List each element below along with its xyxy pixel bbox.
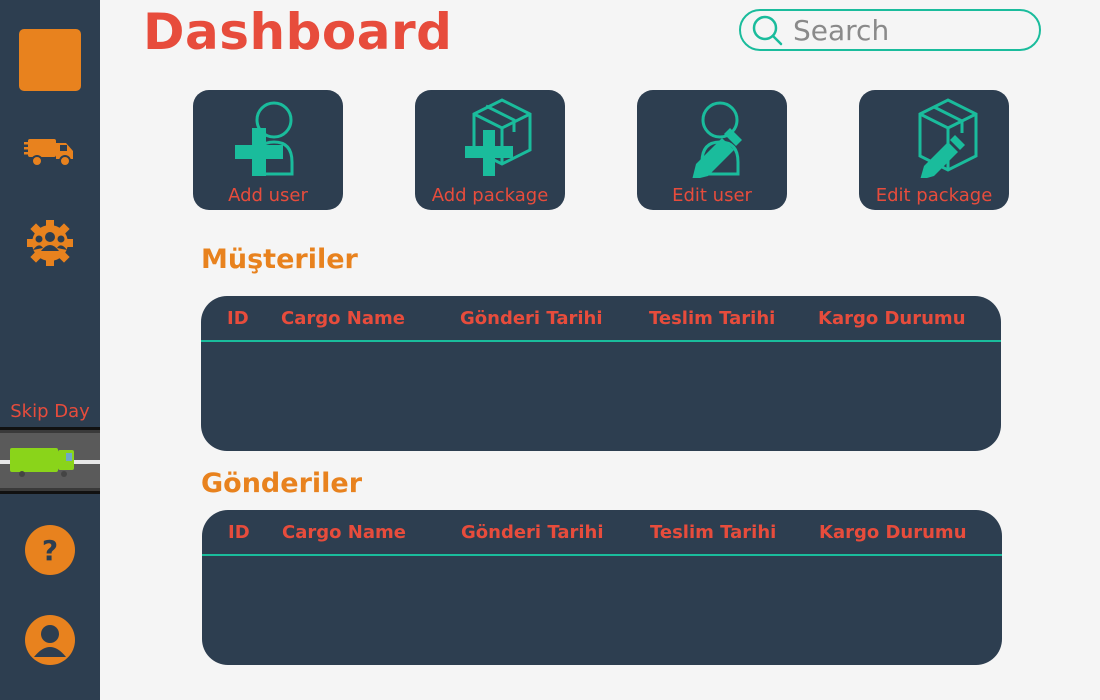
edit-package-icon [918,98,978,178]
table-header-row: ID Cargo Name Gönderi Tarihi Teslim Tari… [201,296,1001,342]
truck-icon[interactable] [24,133,76,169]
col-cargo-name[interactable]: Cargo Name [281,308,405,329]
add-user-icon [235,101,294,176]
edit-package-button[interactable]: Edit package [859,90,1009,210]
search-input[interactable] [793,13,1013,47]
col-id[interactable]: ID [227,308,249,329]
customers-table: ID Cargo Name Gönderi Tarihi Teslim Tari… [201,296,1001,451]
road-strip [0,433,100,488]
edit-user-button[interactable]: Edit user [637,90,787,210]
help-icon[interactable]: ? [25,525,75,575]
search-icon [752,15,783,46]
col-gonderi-tarihi[interactable]: Gönderi Tarihi [461,522,604,543]
add-package-icon [465,98,532,176]
skip-day-button[interactable] [0,427,100,494]
col-teslim-tarihi[interactable]: Teslim Tarihi [650,522,776,543]
col-kargo-durumu[interactable]: Kargo Durumu [818,308,966,329]
add-package-button[interactable]: Add package [415,90,565,210]
page-title: Dashboard [143,3,453,61]
add-user-label: Add user [228,185,308,206]
col-gonderi-tarihi[interactable]: Gönderi Tarihi [460,308,603,329]
profile-icon[interactable] [25,615,75,665]
help-glyph: ? [41,533,59,567]
col-id[interactable]: ID [228,522,250,543]
home-square-icon[interactable] [19,29,81,91]
skip-day-label: Skip Day [10,401,90,422]
table-header-row: ID Cargo Name Gönderi Tarihi Teslim Tari… [202,510,1002,556]
edit-package-label: Edit package [875,185,993,206]
search-box[interactable] [739,9,1041,51]
col-cargo-name[interactable]: Cargo Name [282,522,406,543]
add-package-label: Add package [431,185,549,206]
add-user-button[interactable]: Add user [193,90,343,210]
team-settings-icon[interactable] [25,215,75,267]
col-teslim-tarihi[interactable]: Teslim Tarihi [649,308,775,329]
truck-road-icon [0,448,100,477]
edit-user-icon [692,101,742,178]
sidebar: Skip Day ? [0,0,100,700]
shipments-table: ID Cargo Name Gönderi Tarihi Teslim Tari… [202,510,1002,665]
edit-user-label: Edit user [672,185,752,206]
col-kargo-durumu[interactable]: Kargo Durumu [819,522,967,543]
customers-section-title: Müşteriler [201,244,358,275]
shipments-section-title: Gönderiler [201,468,363,499]
